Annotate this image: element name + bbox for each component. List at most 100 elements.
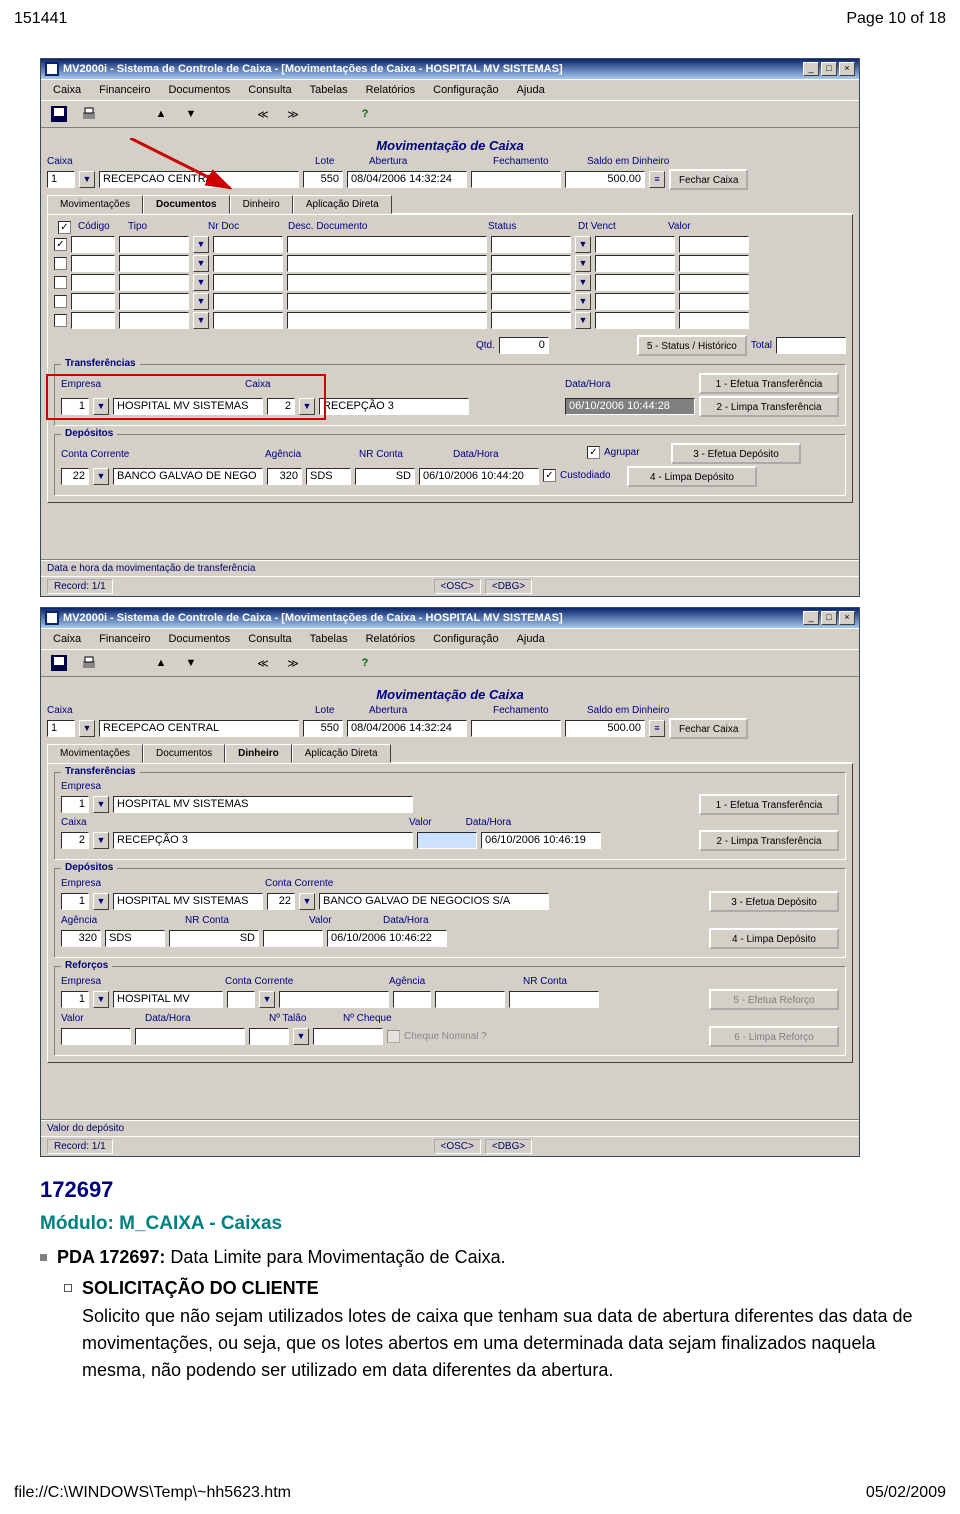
conta-lookup-icon[interactable]: ▼: [299, 893, 315, 910]
row-check[interactable]: ✓: [54, 238, 67, 251]
dep-empresa-num[interactable]: 1: [61, 893, 89, 910]
menu-ajuda[interactable]: Ajuda: [509, 82, 553, 98]
menu-relatorios[interactable]: Relatórios: [358, 631, 424, 647]
row-check[interactable]: [54, 295, 67, 308]
menu-tabelas[interactable]: Tabelas: [302, 82, 356, 98]
close-icon[interactable]: ×: [839, 611, 855, 625]
tab-aplicacao[interactable]: Aplicação Direta: [292, 744, 391, 763]
transf-valor[interactable]: [417, 832, 477, 849]
efetua-transferencia-button[interactable]: 1 - Efetua Transferência: [699, 794, 839, 815]
conta-num[interactable]: 22: [61, 468, 89, 485]
tab-documentos[interactable]: Documentos: [143, 744, 225, 763]
agrupar-check[interactable]: ✓: [587, 446, 600, 459]
menu-financeiro[interactable]: Financeiro: [91, 631, 158, 647]
menu-tabelas[interactable]: Tabelas: [302, 631, 356, 647]
saldo-step-icon[interactable]: ≡: [649, 720, 665, 737]
empresa-lookup-icon[interactable]: ▼: [93, 893, 109, 910]
caixa-lookup-icon[interactable]: ▼: [79, 720, 95, 737]
help-icon[interactable]: ?: [351, 103, 379, 125]
empresa-lookup-icon[interactable]: ▼: [93, 991, 109, 1008]
caixa-num[interactable]: 1: [47, 171, 75, 188]
check-all[interactable]: ✓: [58, 221, 71, 234]
menu-caixa[interactable]: Caixa: [45, 631, 89, 647]
nav-first-icon[interactable]: ≪: [249, 652, 277, 674]
nav-up-icon[interactable]: ▲: [147, 103, 175, 125]
nav-down-icon[interactable]: ▼: [177, 652, 205, 674]
print-icon[interactable]: [75, 652, 103, 674]
menu-configuracao[interactable]: Configuração: [425, 82, 506, 98]
menu-consulta[interactable]: Consulta: [240, 631, 299, 647]
menu-financeiro[interactable]: Financeiro: [91, 82, 158, 98]
limpa-transferencia-button[interactable]: 2 - Limpa Transferência: [699, 830, 839, 851]
empresa-num[interactable]: 1: [61, 398, 89, 415]
ref-cheque[interactable]: [313, 1028, 383, 1045]
row-check[interactable]: [54, 314, 67, 327]
nav-last-icon[interactable]: ≫: [279, 103, 307, 125]
menu-configuracao[interactable]: Configuração: [425, 631, 506, 647]
tab-documentos[interactable]: Documentos: [143, 195, 230, 214]
empresa-lookup-icon[interactable]: ▼: [93, 398, 109, 415]
caixa-num[interactable]: 1: [47, 720, 75, 737]
table-row[interactable]: ▼ ▼: [54, 312, 846, 329]
empresa-lookup-icon[interactable]: ▼: [93, 796, 109, 813]
minimize-icon[interactable]: _: [803, 611, 819, 625]
help-icon[interactable]: ?: [351, 652, 379, 674]
caixa2-lookup-icon[interactable]: ▼: [299, 398, 315, 415]
efetua-transferencia-button[interactable]: 1 - Efetua Transferência: [699, 373, 839, 394]
menubar[interactable]: Caixa Financeiro Documentos Consulta Tab…: [41, 79, 859, 100]
nav-last-icon[interactable]: ≫: [279, 652, 307, 674]
caixa2-lookup-icon[interactable]: ▼: [93, 832, 109, 849]
save-icon[interactable]: [45, 103, 73, 125]
nav-first-icon[interactable]: ≪: [249, 103, 277, 125]
limpa-deposito-button[interactable]: 4 - Limpa Depósito: [627, 466, 757, 487]
tab-dinheiro[interactable]: Dinheiro: [225, 744, 292, 763]
tab-dinheiro[interactable]: Dinheiro: [230, 195, 293, 214]
talao-lookup-icon[interactable]: ▼: [293, 1028, 309, 1045]
efetua-deposito-button[interactable]: 3 - Efetua Depósito: [709, 891, 839, 912]
close-icon[interactable]: ×: [839, 62, 855, 76]
conta-lookup-icon[interactable]: ▼: [93, 468, 109, 485]
print-icon[interactable]: [75, 103, 103, 125]
saldo-step-icon[interactable]: ≡: [649, 171, 665, 188]
menu-relatorios[interactable]: Relatórios: [358, 82, 424, 98]
maximize-icon[interactable]: □: [821, 611, 837, 625]
caixa2-num[interactable]: 2: [61, 832, 89, 849]
nav-down-icon[interactable]: ▼: [177, 103, 205, 125]
table-row[interactable]: ✓ ▼ ▼: [54, 236, 846, 253]
maximize-icon[interactable]: □: [821, 62, 837, 76]
caixa-lookup-icon[interactable]: ▼: [79, 171, 95, 188]
ref-conta-num[interactable]: [227, 991, 255, 1008]
empresa-num[interactable]: 1: [61, 796, 89, 813]
menu-documentos[interactable]: Documentos: [160, 82, 238, 98]
nav-up-icon[interactable]: ▲: [147, 652, 175, 674]
ref-empresa-num[interactable]: 1: [61, 991, 89, 1008]
tab-movimentacoes[interactable]: Movimentações: [47, 744, 143, 763]
fechar-caixa-button[interactable]: Fechar Caixa: [669, 169, 748, 190]
menu-ajuda[interactable]: Ajuda: [509, 631, 553, 647]
menubar[interactable]: Caixa Financeiro Documentos Consulta Tab…: [41, 628, 859, 649]
status-historico-button[interactable]: 5 - Status / Histórico: [637, 335, 747, 356]
table-row[interactable]: ▼ ▼: [54, 255, 846, 272]
efetua-deposito-button[interactable]: 3 - Efetua Depósito: [671, 443, 801, 464]
dep-valor[interactable]: [263, 930, 323, 947]
row-check[interactable]: [54, 257, 67, 270]
limpa-transferencia-button[interactable]: 2 - Limpa Transferência: [699, 396, 839, 417]
table-row[interactable]: ▼ ▼: [54, 274, 846, 291]
tab-movimentacoes[interactable]: Movimentações: [47, 195, 143, 214]
caixa2-num[interactable]: 2: [267, 398, 295, 415]
conta-lookup-icon[interactable]: ▼: [259, 991, 275, 1008]
tab-aplicacao[interactable]: Aplicação Direta: [293, 195, 392, 214]
fechar-caixa-button[interactable]: Fechar Caixa: [669, 718, 748, 739]
ref-valor[interactable]: [61, 1028, 131, 1045]
table-row[interactable]: ▼ ▼: [54, 293, 846, 310]
menu-consulta[interactable]: Consulta: [240, 82, 299, 98]
dep-conta-num[interactable]: 22: [267, 893, 295, 910]
ref-talao[interactable]: [249, 1028, 289, 1045]
custodiado-check[interactable]: ✓: [543, 469, 556, 482]
menu-caixa[interactable]: Caixa: [45, 82, 89, 98]
limpa-deposito-button[interactable]: 4 - Limpa Depósito: [709, 928, 839, 949]
row-check[interactable]: [54, 276, 67, 289]
minimize-icon[interactable]: _: [803, 62, 819, 76]
menu-documentos[interactable]: Documentos: [160, 631, 238, 647]
save-icon[interactable]: [45, 652, 73, 674]
